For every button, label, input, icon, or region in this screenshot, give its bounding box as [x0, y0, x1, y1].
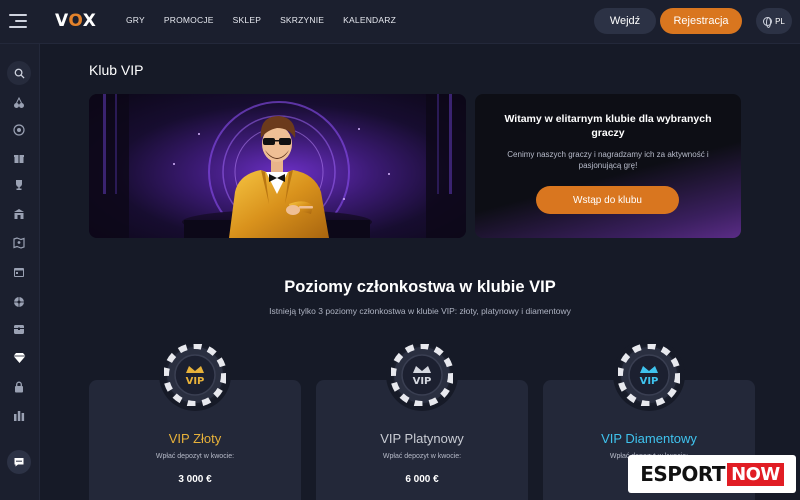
vip-hero-illustration [89, 94, 466, 238]
calendar-icon[interactable] [10, 263, 28, 281]
nav-item-calendar[interactable]: KALENDARZ [343, 15, 396, 25]
stats-icon[interactable] [10, 407, 28, 425]
tier-deposit-label: Wpłać depozyt w kwocie: [382, 453, 462, 460]
chat-icon[interactable] [7, 450, 31, 474]
tier-name: VIP Platynowy [380, 431, 464, 446]
tier-name: VIP Diamentowy [601, 431, 697, 446]
page-title: Klub VIP [89, 62, 144, 78]
vip-welcome-card: Witamy w elitarnym klubie dla wybranych … [475, 94, 741, 238]
vip-hero-banner [89, 94, 466, 238]
tier-deposit-amount: 3 000 € [178, 474, 212, 485]
promo-title: Witamy w elitarnym klubie dla wybranych … [504, 113, 712, 139]
menu-icon[interactable] [9, 14, 27, 28]
join-club-button[interactable]: Wstąp do klubu [536, 186, 679, 214]
language-button[interactable]: PL [756, 8, 792, 34]
map-icon[interactable] [10, 234, 28, 252]
svg-text:VIP: VIP [640, 376, 659, 387]
globe-icon [763, 16, 773, 28]
chest-icon[interactable] [10, 320, 28, 338]
register-button[interactable]: Rejestracja [660, 8, 742, 34]
top-bar: VOX GRY PROMOCJE SKLEP SKRZYNIE KALENDAR… [0, 0, 800, 44]
tier-deposit-amount: 6 000 € [405, 474, 439, 485]
promo-subtitle: Cenimy naszych graczy i nagradzamy ich z… [507, 150, 709, 170]
search-icon[interactable] [7, 61, 31, 85]
diamond-icon[interactable] [10, 349, 28, 367]
vip-gold-chip-icon: VIP [159, 339, 231, 411]
nav-item-games[interactable]: GRY [126, 15, 145, 25]
cherries-icon[interactable] [10, 94, 28, 112]
nav-item-shop[interactable]: SKLEP [233, 15, 261, 25]
svg-text:VIP: VIP [186, 376, 205, 387]
login-button[interactable]: Wejdź [594, 8, 656, 34]
levels-subtitle: Istnieją tylko 3 poziomy członkostwa w k… [269, 306, 571, 316]
levels-title: Poziomy członkostwa w klubie VIP [284, 278, 556, 296]
sidebar [0, 44, 40, 500]
main-nav: GRY PROMOCJE SKLEP SKRZYNIE KALENDARZ [126, 15, 415, 25]
language-label: PL [775, 16, 785, 26]
nav-item-promotions[interactable]: PROMOCJE [164, 15, 214, 25]
logo[interactable]: VOX [55, 11, 96, 31]
nav-item-chests[interactable]: SKRZYNIE [280, 15, 324, 25]
esportnow-watermark: ESPORT NOW [628, 455, 796, 493]
gift-icon[interactable] [10, 149, 28, 167]
tier-deposit-label: Wpłać depozyt w kwocie: [155, 453, 235, 460]
svg-text:VIP: VIP [413, 376, 432, 387]
target-icon[interactable] [10, 121, 28, 139]
vip-platinum-chip-icon: VIP [386, 339, 458, 411]
lock-icon[interactable] [10, 378, 28, 396]
shop-icon[interactable] [10, 205, 28, 223]
trophy-icon[interactable] [10, 176, 28, 194]
tier-name: VIP Złoty [168, 431, 222, 446]
vip-diamond-chip-icon: VIP [613, 339, 685, 411]
wheel-icon[interactable] [10, 293, 28, 311]
